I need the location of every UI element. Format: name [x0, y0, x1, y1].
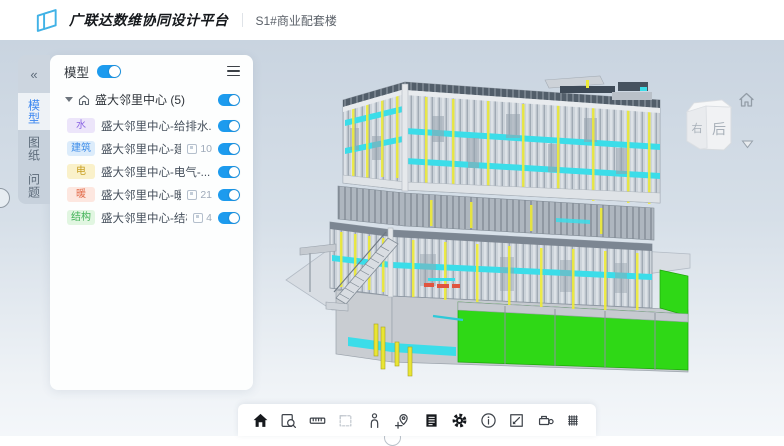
sidebar-tab-issues[interactable]: 问题: [18, 167, 50, 204]
sidebar-tab-drawings[interactable]: 图纸: [18, 130, 50, 167]
cube-menu-button[interactable]: [743, 141, 753, 148]
home-view-button[interactable]: [740, 94, 753, 107]
sidebar-tab-model[interactable]: 模型: [18, 93, 50, 130]
visibility-toggle[interactable]: [218, 120, 240, 132]
header-divider: [242, 13, 243, 27]
model-visibility-master-toggle[interactable]: [97, 65, 121, 78]
discipline-tag: 结构: [67, 210, 95, 225]
model-count-icon: [187, 190, 197, 200]
bottom-toolbar: [238, 404, 596, 436]
model-count-icon: [193, 213, 203, 223]
tree-item[interactable]: 电盛大邻里中心-电气-...: [50, 160, 253, 183]
caret-down-icon[interactable]: [65, 97, 73, 102]
model-count-icon: [187, 144, 197, 154]
project-name: S1#商业配套楼: [256, 12, 337, 29]
toolbar-icon-walkthrough[interactable]: [363, 408, 385, 432]
tree-root-row[interactable]: 盛大邻里中心 (5): [50, 87, 253, 112]
toolbar-icon-grid[interactable]: [563, 408, 585, 432]
tree-item[interactable]: 建筑盛大邻里中心-建筑-... 10: [50, 137, 253, 160]
model-panel: 模型 盛大邻里中心 (5) 水盛大邻里中心-给排水...建筑盛大邻里中心-建筑-…: [50, 55, 253, 390]
model-name: 盛大邻里中心-暖通-...: [101, 187, 181, 203]
model-name: 盛大邻里中心-电气-...: [101, 164, 212, 180]
model-count: 21: [187, 189, 212, 201]
discipline-tag: 建筑: [67, 141, 95, 156]
model-panel-title: 模型: [64, 62, 89, 81]
cube-front-label[interactable]: 后: [712, 121, 726, 137]
discipline-tag: 暖: [67, 187, 95, 202]
sidebar-tabs: 模型图纸问题: [18, 93, 50, 204]
tree-item[interactable]: 水盛大邻里中心-给排水...: [50, 114, 253, 137]
toolbar-icon-fullscreen[interactable]: [506, 408, 528, 432]
tree-root-label: 盛大邻里中心 (5): [95, 91, 213, 108]
cube-side-label[interactable]: 右: [692, 121, 703, 135]
toolbar-icon-measure[interactable]: [306, 408, 328, 432]
toolbar-icon-viewpoint[interactable]: [392, 408, 414, 432]
toolbar-icon-settings[interactable]: [449, 408, 471, 432]
discipline-tag: 水: [67, 118, 95, 133]
toolbar-icon-home[interactable]: [249, 408, 271, 432]
sidebar-collapse-button[interactable]: «: [18, 55, 50, 93]
visibility-toggle[interactable]: [218, 166, 240, 178]
tree-item[interactable]: 暖盛大邻里中心-暖通-... 21: [50, 183, 253, 206]
discipline-tag: 电: [67, 164, 95, 179]
app-logo-icon: [33, 7, 60, 34]
viewport-area: 右 后 « 模型图纸问题 模型 盛大邻里中心 (5) 水盛大邻里中: [0, 40, 784, 436]
app-header: 广联达数维协同设计平台 S1#商业配套楼: [0, 0, 784, 40]
toolbar-icon-section-box[interactable]: [335, 408, 357, 432]
model-count: 4: [193, 212, 212, 224]
app-title: 广联达数维协同设计平台: [69, 10, 229, 30]
model-name: 盛大邻里中心-结构-...: [101, 210, 187, 226]
visibility-toggle[interactable]: [218, 143, 240, 155]
model-name: 盛大邻里中心-给排水...: [101, 118, 212, 134]
view-cube[interactable]: 右 后: [687, 100, 731, 150]
tree-item[interactable]: 结构盛大邻里中心-结构-... 4: [50, 206, 253, 229]
visibility-toggle[interactable]: [218, 189, 240, 201]
toolbar-icon-info[interactable]: [477, 408, 499, 432]
toolbar-icon-component-list[interactable]: [420, 408, 442, 432]
tree-root-toggle[interactable]: [218, 94, 240, 106]
sidebar: « 模型图纸问题: [18, 55, 50, 204]
model-count: 10: [187, 143, 212, 155]
toolbar-icon-zoom-select[interactable]: [278, 408, 300, 432]
building-model[interactable]: [300, 76, 688, 376]
visibility-toggle[interactable]: [218, 212, 240, 224]
model-name: 盛大邻里中心-建筑-...: [101, 141, 181, 157]
toolbar-icon-record[interactable]: [534, 408, 556, 432]
project-home-icon: [78, 94, 90, 106]
panel-menu-icon[interactable]: [227, 64, 240, 79]
model-tree-list: 水盛大邻里中心-给排水... 建筑盛大邻里中心-建筑-... 10 电盛大邻里中心-电…: [50, 112, 253, 229]
model-panel-header: 模型: [50, 55, 253, 87]
